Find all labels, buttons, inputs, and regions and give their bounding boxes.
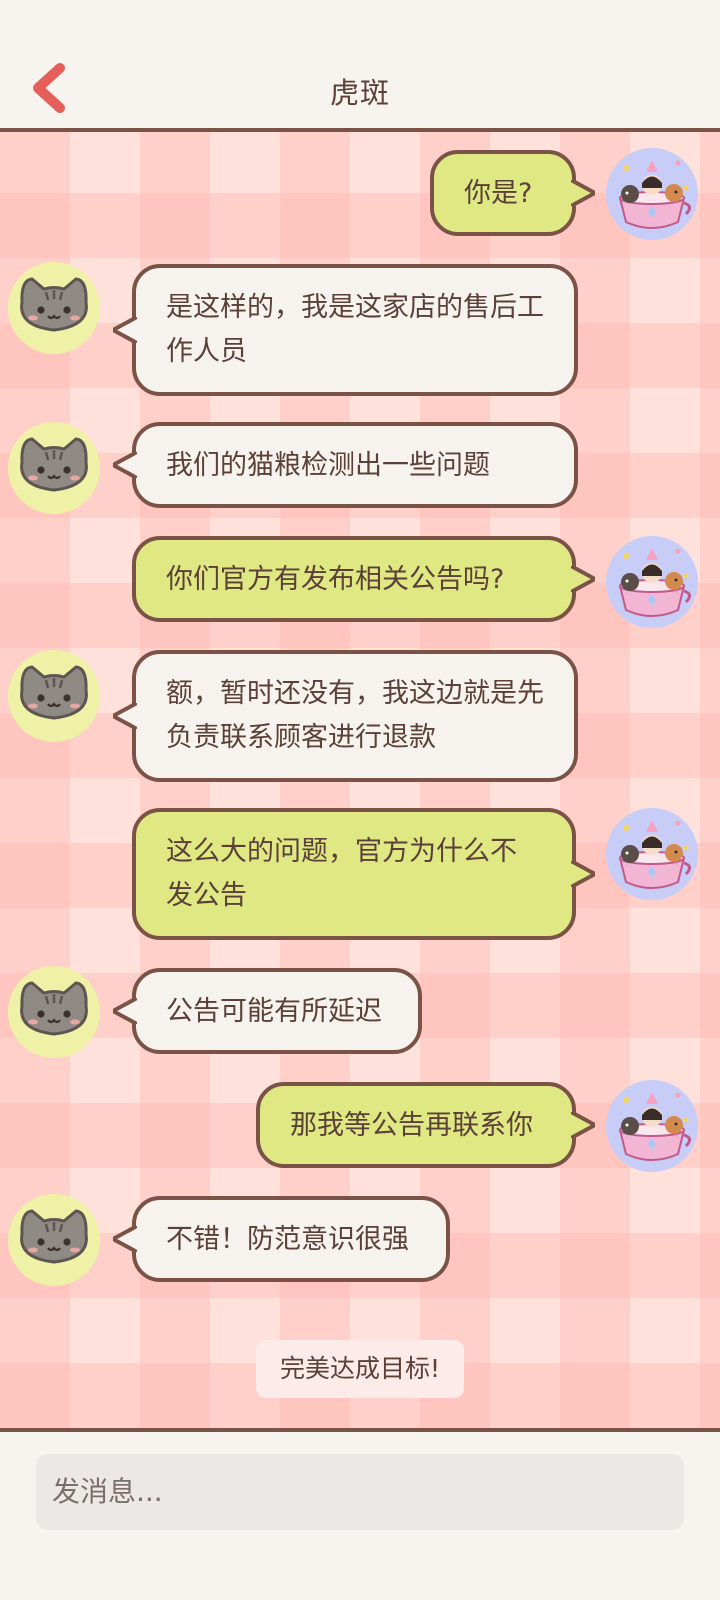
message-text: 你们官方有发布相关公告吗? (166, 564, 505, 595)
contact-avatar (8, 966, 100, 1058)
message-input[interactable]: 发消息... (36, 1454, 684, 1530)
composer-bar: 发消息... (0, 1428, 720, 1600)
cat-avatar-icon (8, 650, 100, 742)
message-text: 不错！防范意识很强 (166, 1224, 409, 1255)
message-text: 公告可能有所延迟 (166, 996, 382, 1027)
user-avatar (606, 808, 698, 900)
contact-avatar (8, 650, 100, 742)
user-avatar-icon (606, 536, 698, 628)
message-text: 是这样的，我是这家店的售后工作人员 (166, 292, 544, 367)
user-avatar (606, 1080, 698, 1172)
message-list[interactable]: 你是? 是这样的，我是这家店的售后工作人员 我们的猫粮检测出一些问题 你们官方有… (0, 132, 720, 1428)
message-bubble-incoming: 是这样的，我是这家店的售后工作人员 (113, 264, 578, 396)
message-bubble-outgoing: 这么大的问题，官方为什么不发公告 (132, 808, 595, 940)
contact-avatar (8, 262, 100, 354)
cat-avatar-icon (8, 262, 100, 354)
user-avatar-icon (606, 808, 698, 900)
message-text: 这么大的问题，官方为什么不发公告 (166, 836, 517, 911)
message-bubble-incoming: 我们的猫粮检测出一些问题 (113, 422, 578, 508)
goal-status-badge: 完美达成目标! (256, 1340, 464, 1398)
message-text: 额，暂时还没有，我这边就是先负责联系顾客进行退款 (166, 678, 544, 753)
cat-avatar-icon (8, 966, 100, 1058)
contact-avatar (8, 1194, 100, 1286)
contact-avatar (8, 422, 100, 514)
message-bubble-outgoing: 你们官方有发布相关公告吗? (132, 536, 595, 622)
message-bubble-incoming: 不错！防范意识很强 (113, 1196, 450, 1282)
cat-avatar-icon (8, 422, 100, 514)
message-bubble-incoming: 额，暂时还没有，我这边就是先负责联系顾客进行退款 (113, 650, 578, 782)
user-avatar-icon (606, 148, 698, 240)
chat-header: 虎斑 (0, 0, 720, 132)
user-avatar-icon (606, 1080, 698, 1172)
message-text: 你是? (464, 178, 533, 209)
chat-title: 虎斑 (329, 76, 390, 110)
message-text: 那我等公告再联系你 (290, 1110, 533, 1141)
user-avatar (606, 536, 698, 628)
message-bubble-outgoing: 你是? (430, 150, 595, 236)
message-bubble-incoming: 公告可能有所延迟 (113, 968, 422, 1054)
user-avatar (606, 148, 698, 240)
message-bubble-outgoing: 那我等公告再联系你 (256, 1082, 595, 1168)
cat-avatar-icon (8, 1194, 100, 1286)
message-text: 我们的猫粮检测出一些问题 (166, 450, 490, 481)
